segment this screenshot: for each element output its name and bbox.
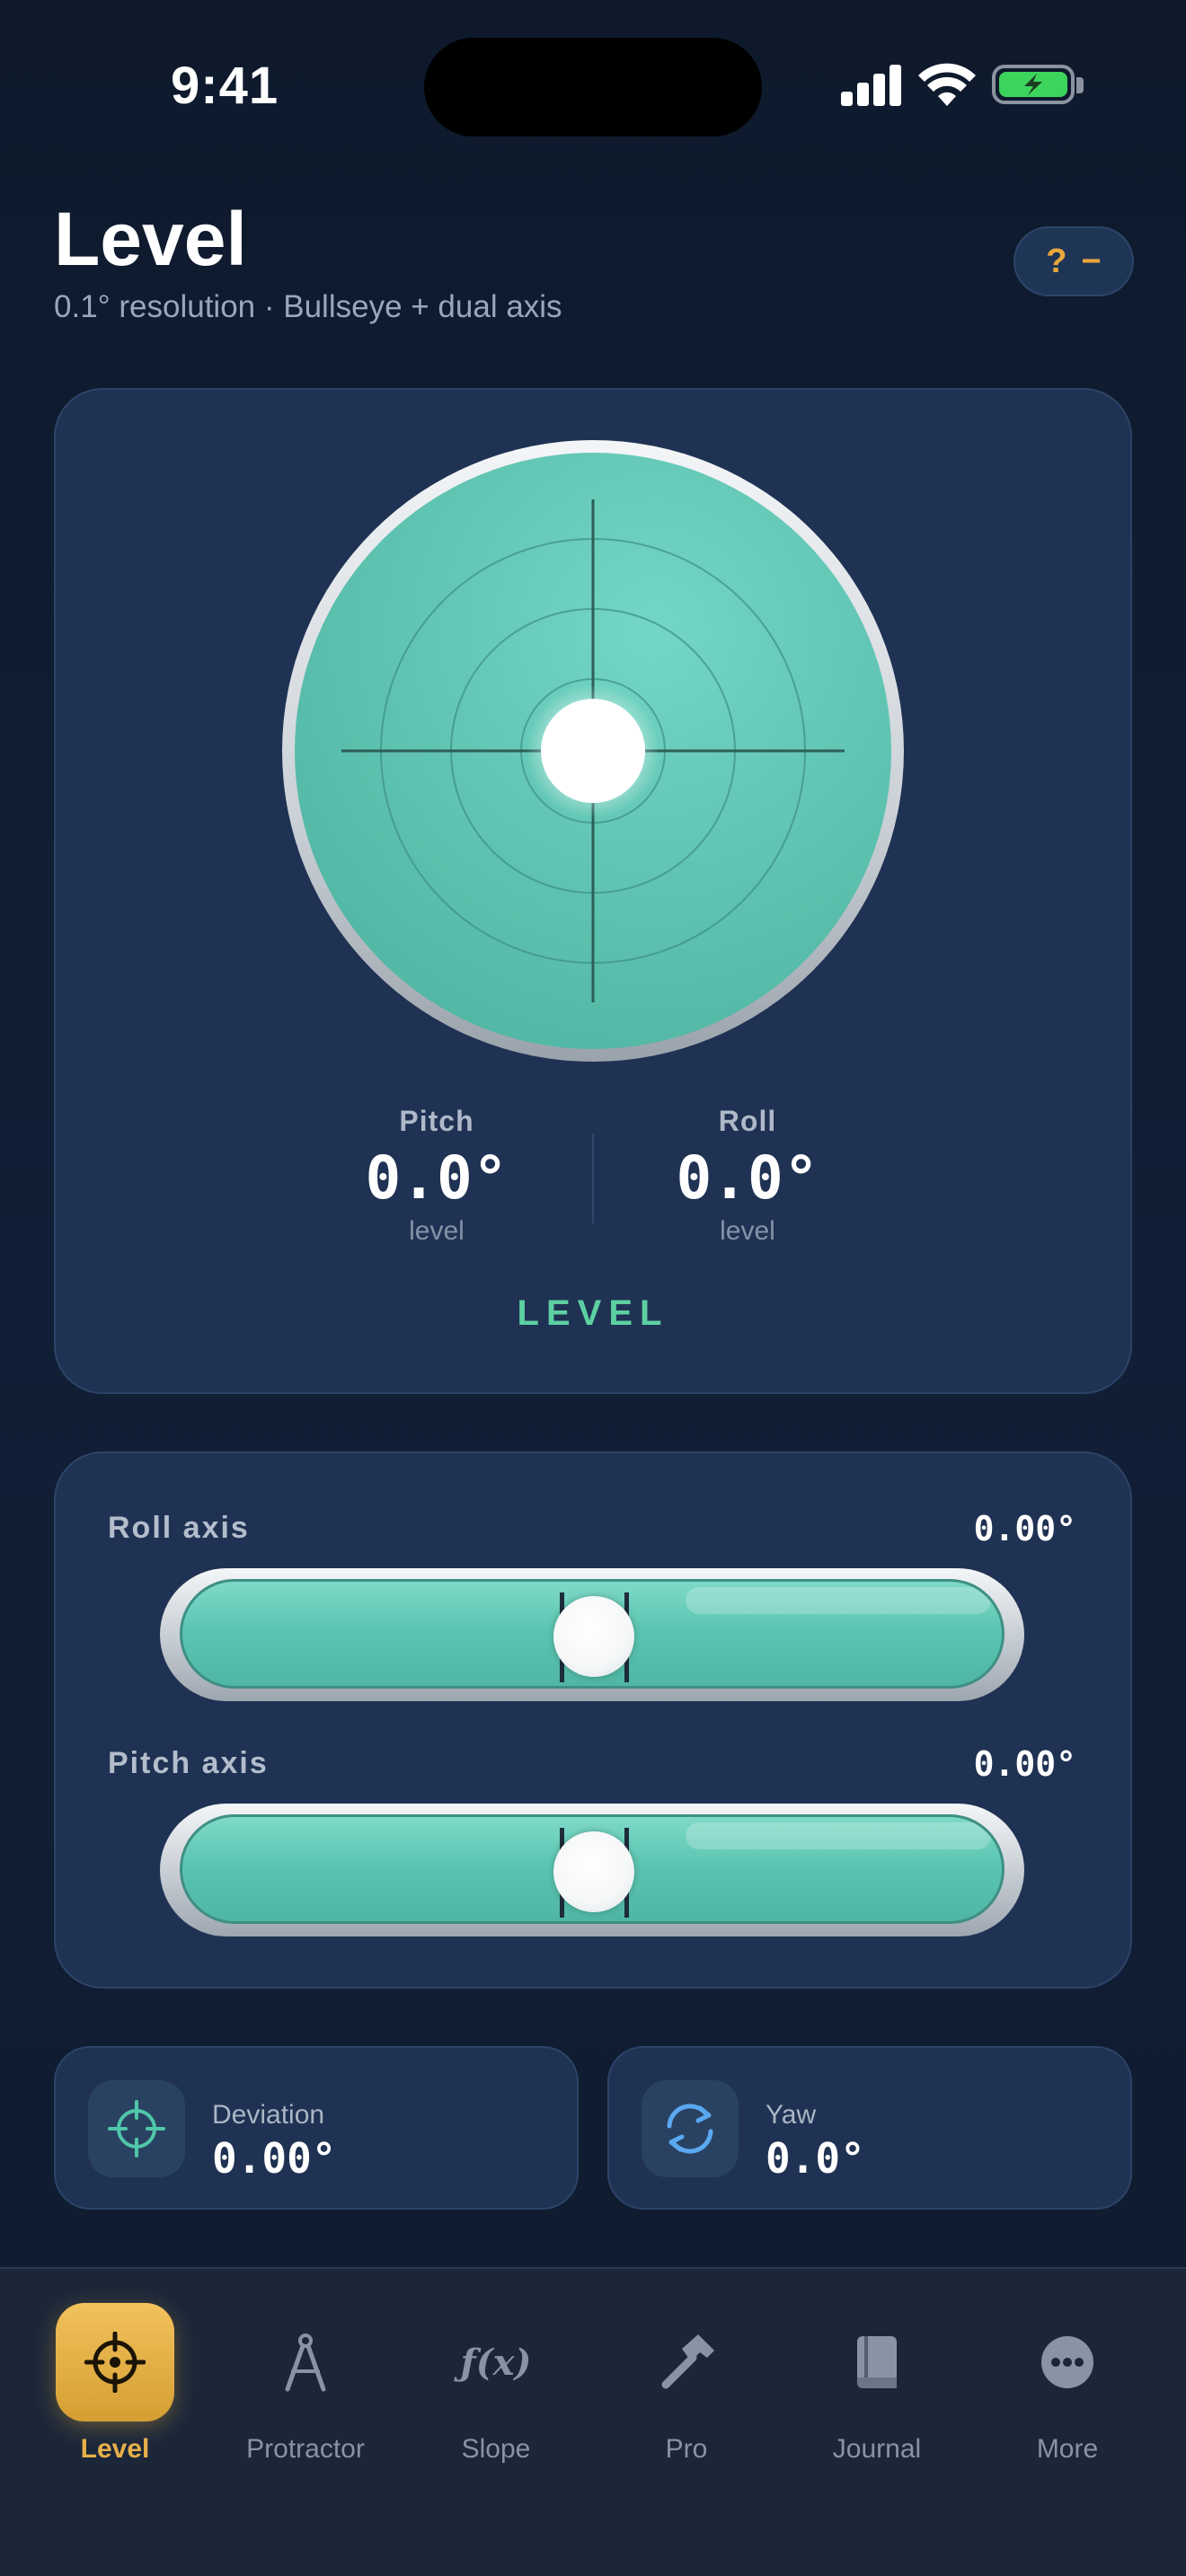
tab-slope[interactable]: ƒ(x) Slope [406, 2303, 586, 2483]
level-status: LEVEL [517, 1293, 669, 1333]
help-button[interactable]: ? − [1013, 226, 1134, 296]
dynamic-island [424, 38, 762, 137]
bullseye-bubble [541, 699, 645, 803]
crosshair-icon [88, 2080, 185, 2177]
function-icon: ƒ(x) [437, 2303, 555, 2422]
rotate-icon [642, 2080, 739, 2177]
tab-label: Protractor [246, 2434, 365, 2464]
app-screen: 9:41 Level 0.1° resolution · Bullseye + … [0, 0, 1186, 2576]
pitch-axis-label: Pitch axis [108, 1746, 269, 1780]
tab-label: More [1036, 2434, 1099, 2464]
pitch-axis-value: 0.00° [973, 1744, 1076, 1784]
tab-label: Journal [832, 2434, 922, 2464]
tab-level[interactable]: Level [25, 2303, 205, 2483]
tab-protractor[interactable]: Protractor [216, 2303, 395, 2483]
readout-divider [592, 1134, 594, 1223]
pitch-value: 0.0° [365, 1143, 509, 1213]
crosshair-icon [56, 2303, 174, 2422]
tab-label: Level [80, 2434, 150, 2464]
page-title: Level [54, 197, 247, 281]
book-icon [818, 2303, 936, 2422]
bullseye-level [282, 440, 904, 1062]
battery-tip [1076, 77, 1084, 93]
pitch-state: level [409, 1216, 465, 1246]
pitch-vial-bubble [553, 1831, 634, 1912]
help-question-label: ? [1046, 242, 1067, 280]
help-dash-label: − [1081, 242, 1102, 280]
status-bar: 9:41 [0, 0, 1186, 153]
roll-axis-vial [160, 1568, 1024, 1701]
roll-vial-bubble [553, 1596, 634, 1677]
roll-readout: Roll 0.0° level [622, 1105, 873, 1247]
svg-text:ƒ(x): ƒ(x) [454, 2342, 532, 2384]
pitch-readout: Pitch 0.0° level [311, 1105, 562, 1247]
tab-more[interactable]: More [978, 2303, 1157, 2483]
tab-label: Pro [665, 2434, 708, 2464]
tab-journal[interactable]: Journal [787, 2303, 967, 2483]
page-subtitle: 0.1° resolution · Bullseye + dual axis [54, 289, 562, 324]
roll-axis-value: 0.00° [973, 1509, 1076, 1548]
roll-vial-liquid [180, 1579, 1005, 1689]
compass-icon [246, 2303, 365, 2422]
wifi-icon [918, 63, 976, 106]
roll-label: Roll [718, 1105, 777, 1137]
roll-state: level [720, 1216, 775, 1246]
more-icon [1008, 2303, 1127, 2422]
roll-axis-label: Roll axis [108, 1511, 250, 1545]
deviation-card[interactable]: Deviation 0.00° [54, 2046, 579, 2210]
pitch-label: Pitch [399, 1105, 474, 1137]
yaw-label: Yaw [766, 2100, 817, 2130]
tab-pro[interactable]: Pro [597, 2303, 776, 2483]
yaw-card[interactable]: Yaw 0.0° [607, 2046, 1132, 2210]
pitch-vial-liquid [180, 1814, 1005, 1924]
yaw-value: 0.0° [766, 2134, 865, 2183]
status-time: 9:41 [171, 57, 279, 115]
battery-icon [992, 65, 1075, 104]
hammer-icon [627, 2303, 746, 2422]
signal-icon [841, 63, 902, 106]
deviation-label: Deviation [212, 2100, 325, 2130]
tab-bar: Level Protractor ƒ(x) Slope Pro Journal … [0, 2267, 1186, 2576]
roll-value: 0.0° [676, 1143, 819, 1213]
tab-label: Slope [461, 2434, 531, 2464]
pitch-axis-vial [160, 1804, 1024, 1936]
deviation-value: 0.00° [212, 2134, 337, 2183]
